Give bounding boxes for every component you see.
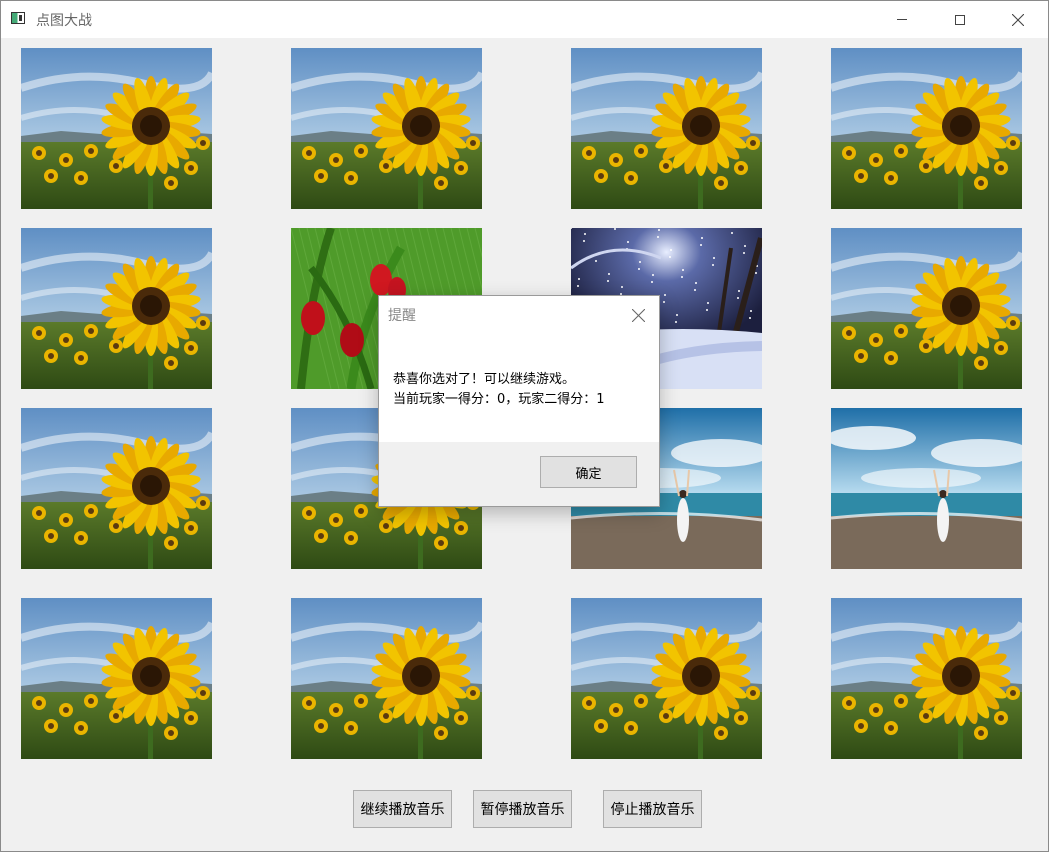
dialog-title: 提醒 bbox=[388, 308, 416, 324]
close-icon bbox=[631, 308, 645, 322]
picture-tile-sunflower[interactable] bbox=[21, 598, 212, 759]
main-window: 点图大战 继续播放音乐 暂停播放音乐 停止播放音乐 提醒 恭喜你选对了！可以继续… bbox=[0, 0, 1049, 852]
stop-music-button[interactable]: 停止播放音乐 bbox=[603, 790, 702, 828]
picture-tile-sunflower[interactable] bbox=[831, 48, 1022, 209]
picture-tile-sunflower[interactable] bbox=[571, 48, 762, 209]
picture-tile-beach-girl[interactable] bbox=[831, 408, 1022, 569]
maximize-button[interactable] bbox=[931, 1, 989, 38]
pause-music-button[interactable]: 暂停播放音乐 bbox=[473, 790, 572, 828]
reminder-dialog: 提醒 恭喜你选对了！可以继续游戏。 当前玩家一得分：0，玩家二得分：1 确定 bbox=[378, 295, 660, 507]
close-button[interactable] bbox=[989, 1, 1047, 38]
picture-tile-sunflower[interactable] bbox=[291, 598, 482, 759]
dialog-footer: 确定 bbox=[379, 442, 659, 506]
app-window-icon bbox=[11, 12, 25, 24]
minimize-icon bbox=[897, 19, 907, 20]
minimize-button[interactable] bbox=[873, 1, 931, 38]
picture-tile-sunflower[interactable] bbox=[831, 228, 1022, 389]
close-icon bbox=[1012, 13, 1024, 26]
dialog-message-line: 恭喜你选对了！可以继续游戏。 bbox=[393, 372, 576, 387]
picture-tile-sunflower[interactable] bbox=[831, 598, 1022, 759]
dialog-message: 恭喜你选对了！可以继续游戏。 当前玩家一得分：0，玩家二得分：1 bbox=[393, 370, 605, 410]
resume-music-button[interactable]: 继续播放音乐 bbox=[353, 790, 452, 828]
picture-tile-sunflower[interactable] bbox=[21, 408, 212, 569]
picture-tile-sunflower[interactable] bbox=[571, 598, 762, 759]
dialog-close-button[interactable] bbox=[625, 302, 651, 328]
picture-tile-sunflower[interactable] bbox=[21, 228, 212, 389]
maximize-icon bbox=[955, 14, 965, 25]
score-text: 当前玩家一得分：0，玩家二得分：1 bbox=[393, 392, 605, 407]
picture-tile-sunflower[interactable] bbox=[291, 48, 482, 209]
window-title: 点图大战 bbox=[36, 13, 92, 29]
title-bar[interactable]: 点图大战 bbox=[1, 1, 1048, 38]
ok-button[interactable]: 确定 bbox=[540, 456, 637, 488]
picture-tile-sunflower[interactable] bbox=[21, 48, 212, 209]
